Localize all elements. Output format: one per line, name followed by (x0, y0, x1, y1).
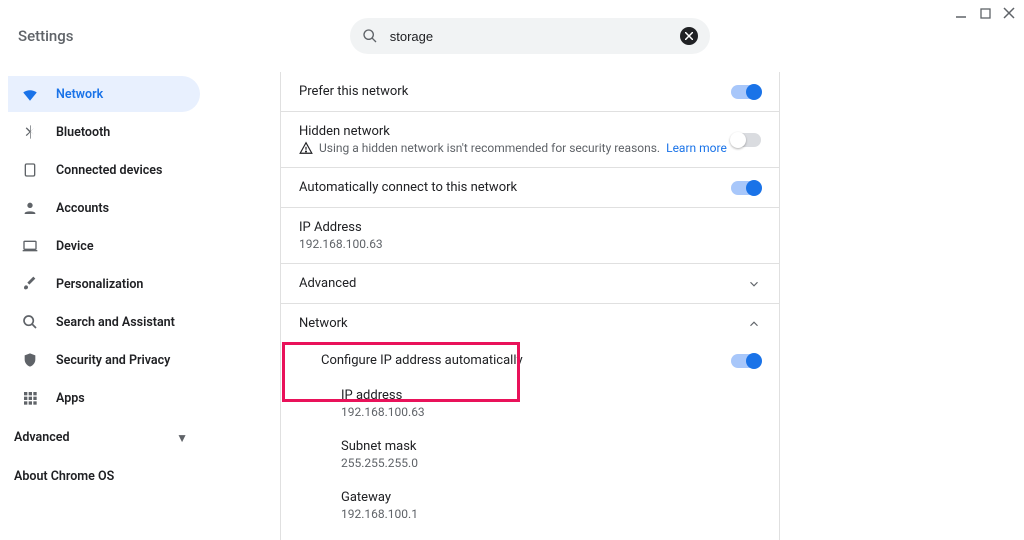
sidebar-item-connected-devices[interactable]: Connected devices (8, 152, 200, 188)
search-bar[interactable] (350, 18, 710, 54)
network-section-label: Network (299, 316, 348, 331)
brush-icon (20, 276, 40, 292)
person-icon (20, 200, 40, 216)
settings-panel: Prefer this network Hidden network Using… (280, 72, 780, 540)
field-ipv6-address: IPv6 address Not available (281, 531, 779, 540)
sidebar-item-personalization[interactable]: Personalization (8, 266, 200, 302)
search-icon (362, 28, 378, 44)
sidebar-item-security-privacy[interactable]: Security and Privacy (8, 342, 200, 378)
main: Prefer this network Hidden network Using… (210, 72, 1024, 540)
laptop-icon (20, 238, 40, 254)
maximize-icon[interactable] (978, 6, 992, 20)
field-value: 192.168.100.63 (341, 405, 761, 419)
row-config-ip-auto: Configure IP address automatically (281, 343, 779, 378)
ip-address-value: 192.168.100.63 (299, 237, 383, 251)
auto-connect-toggle[interactable] (731, 181, 761, 195)
hidden-network-toggle[interactable] (731, 133, 761, 147)
field-label: IP address (341, 388, 761, 403)
apps-icon (20, 390, 40, 406)
chevron-down-icon (747, 277, 761, 291)
sidebar-item-label: Device (56, 239, 94, 254)
window-controls (954, 6, 1016, 20)
shield-icon (20, 352, 40, 368)
header: Settings (0, 0, 1024, 72)
clear-search-icon[interactable] (680, 27, 698, 45)
field-gateway: Gateway 192.168.100.1 (281, 480, 779, 531)
hidden-network-sub: Using a hidden network isn't recommended… (319, 141, 660, 155)
sidebar-item-label: Accounts (56, 201, 109, 216)
row-hidden-network: Hidden network Using a hidden network is… (281, 112, 779, 168)
sidebar-item-label: Apps (56, 391, 85, 406)
close-icon[interactable] (1002, 6, 1016, 20)
devices-icon (20, 162, 40, 178)
chevron-down-icon: ▼ (176, 431, 188, 445)
page-title: Settings (18, 27, 74, 45)
sidebar-about[interactable]: About Chrome OS (8, 453, 200, 500)
row-ip-address: IP Address 192.168.100.63 (281, 208, 779, 264)
sidebar-about-label: About Chrome OS (14, 469, 114, 484)
field-subnet-mask: Subnet mask 255.255.255.0 (281, 429, 779, 480)
row-auto-connect: Automatically connect to this network (281, 168, 779, 208)
row-prefer-network: Prefer this network (281, 72, 779, 112)
sidebar-item-apps[interactable]: Apps (8, 380, 200, 416)
sidebar-item-label: Search and Assistant (56, 315, 175, 330)
sidebar-item-label: Security and Privacy (56, 353, 170, 368)
config-ip-auto-toggle[interactable] (731, 354, 761, 368)
search-input[interactable] (388, 28, 680, 45)
prefer-network-label: Prefer this network (299, 84, 408, 99)
advanced-label: Advanced (299, 276, 356, 291)
sidebar-advanced[interactable]: Advanced ▼ (8, 422, 200, 453)
auto-connect-label: Automatically connect to this network (299, 180, 517, 195)
row-network-expander[interactable]: Network (281, 304, 779, 343)
prefer-network-toggle[interactable] (731, 85, 761, 99)
field-label: Gateway (341, 490, 761, 505)
network-subsection: Configure IP address automatically IP ad… (281, 343, 779, 540)
bluetooth-icon (20, 124, 40, 140)
field-value: 192.168.100.1 (341, 507, 761, 521)
sidebar-item-accounts[interactable]: Accounts (8, 190, 200, 226)
chevron-up-icon (747, 317, 761, 331)
config-ip-auto-label: Configure IP address automatically (321, 353, 523, 368)
sidebar-advanced-label: Advanced (14, 430, 70, 445)
field-label: Subnet mask (341, 439, 761, 454)
sidebar-item-bluetooth[interactable]: Bluetooth (8, 114, 200, 150)
sidebar-item-label: Bluetooth (56, 125, 110, 140)
sidebar-item-label: Personalization (56, 277, 143, 292)
search-icon (20, 314, 40, 330)
wifi-icon (20, 85, 40, 103)
sidebar-item-search-assistant[interactable]: Search and Assistant (8, 304, 200, 340)
minimize-icon[interactable] (954, 6, 968, 20)
hidden-network-learn-more[interactable]: Learn more (666, 141, 727, 155)
ip-address-label: IP Address (299, 220, 383, 235)
sidebar-item-label: Connected devices (56, 163, 162, 178)
sidebar: Network Bluetooth Connected devices Acco… (0, 72, 210, 540)
hidden-network-label: Hidden network (299, 124, 727, 139)
sidebar-item-network[interactable]: Network (8, 76, 200, 112)
sidebar-item-device[interactable]: Device (8, 228, 200, 264)
warning-icon (299, 141, 313, 155)
field-value: 255.255.255.0 (341, 456, 761, 470)
field-ip-address: IP address 192.168.100.63 (281, 378, 779, 429)
sidebar-item-label: Network (56, 87, 103, 102)
row-advanced-expander[interactable]: Advanced (281, 264, 779, 304)
